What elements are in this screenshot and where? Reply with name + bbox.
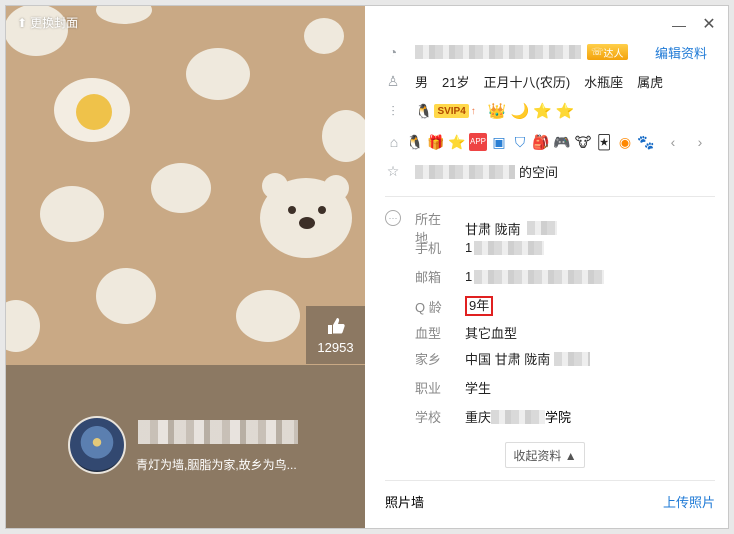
space-suffix: 的空间 — [519, 165, 559, 180]
upload-icon: ⬆ — [17, 15, 28, 30]
zodiac: 属虎 — [637, 75, 664, 90]
cover-panel[interactable]: ⬆ 更换封面 12953 青灯为墙,胭脂为家,故乡为鸟... — [6, 6, 365, 528]
upload-photo-link[interactable]: 上传照片 — [663, 492, 715, 511]
music-icon[interactable]: ◉ — [616, 133, 634, 151]
photo-wall-bar: 照片墙 上传照片 — [385, 492, 715, 511]
detail-phone: 手机 1 — [415, 238, 545, 257]
signature: 青灯为墙,胭脂为家,故乡为鸟... — [136, 458, 297, 472]
home-icon: ⌂ — [389, 134, 399, 150]
qq-id-row: ◔ ☏ 达人 — [385, 44, 628, 60]
star-outline-icon: ☆ — [386, 163, 400, 179]
photo-icon[interactable]: ▣ — [490, 133, 508, 151]
school-redacted — [491, 409, 546, 424]
star-service-icon[interactable]: ⭐ — [448, 133, 466, 151]
detail-hometown: 家乡 中国 甘肃 陇南 — [415, 349, 591, 368]
basics-row: ♙ 男 21岁 正月十八(农历) 水瓶座 属虎 — [385, 72, 677, 91]
game-icon[interactable]: 🎮 — [553, 133, 571, 151]
birthday: 正月十八(农历) — [483, 75, 571, 90]
card-icon[interactable]: 🃏 — [595, 133, 613, 151]
app-icon[interactable]: APP — [469, 133, 487, 151]
q-age-value: 9年 — [465, 296, 494, 316]
level-chart-icon: ⫶ — [391, 102, 395, 119]
detail-q-age: Q 龄 9年 — [415, 296, 494, 316]
info-panel: — ✕ ◔ ☏ 达人 编辑资料 ♙ 男 21岁 正月十八(农历) 水瓶座 属虎 … — [365, 6, 728, 528]
email-redacted — [474, 269, 605, 284]
collapse-details-button[interactable]: 收起资料 ▲ — [505, 442, 585, 468]
daren-icon: ☏ — [591, 46, 604, 58]
service-icons-row: ⌂ 🐧 🎁 ⭐ APP ▣ ⛉ 🎒 🎮 🐮 🃏 ◉ 🐾 ‹ › — [385, 133, 712, 151]
divider — [385, 480, 715, 481]
close-button[interactable]: ✕ — [702, 17, 716, 33]
nickname-redacted — [138, 420, 298, 444]
photo-wall-title: 照片墙 — [385, 495, 425, 510]
age: 21岁 — [442, 75, 470, 90]
pet-icon[interactable]: 🐾 — [637, 133, 655, 151]
hometown-redacted — [554, 351, 591, 366]
qq-id-redacted — [415, 45, 581, 59]
detail-school: 学校 重庆 学院 — [415, 407, 571, 426]
detail-blood-type: 血型 其它血型 — [415, 326, 518, 341]
box-icon[interactable]: 🎒 — [532, 133, 550, 151]
star-icon: ⭐ — [533, 103, 552, 120]
chevron-right-icon[interactable]: › — [691, 133, 709, 151]
level-row: ⫶ 🐧 SVIP4 ↑ 👑 🌙 ⭐ ⭐ — [385, 102, 575, 121]
detail-email: 邮箱 1 — [415, 267, 605, 286]
person-icon: ♙ — [386, 73, 400, 89]
daren-label: 达人 — [603, 48, 624, 60]
phone-redacted — [474, 240, 545, 255]
space-row[interactable]: ☆ 的空间 — [385, 162, 558, 181]
shield-icon[interactable]: ⛉ — [511, 133, 529, 151]
gender: 男 — [415, 75, 429, 90]
change-cover-label: 更换封面 — [30, 16, 79, 30]
change-cover-button[interactable]: ⬆ 更换封面 — [17, 14, 78, 31]
avatar[interactable] — [68, 416, 126, 474]
daren-badge[interactable]: ☏ 达人 — [587, 44, 628, 60]
svip-badge[interactable]: SVIP4 — [434, 104, 469, 118]
moon-icon: 🌙 — [510, 103, 530, 120]
constellation: 水瓶座 — [584, 75, 624, 90]
location-redacted — [526, 221, 557, 235]
thumbs-up-icon — [327, 317, 345, 334]
school-suffix: 学院 — [545, 410, 572, 425]
star-icon: ⭐ — [555, 103, 575, 120]
penguin-service-icon[interactable]: 🐧 — [406, 133, 424, 151]
crown-icon: 👑 — [487, 103, 507, 120]
detail-occupation: 职业 学生 — [415, 381, 492, 396]
edit-profile-link[interactable]: 编辑资料 — [655, 43, 707, 62]
divider — [385, 196, 715, 197]
like-button[interactable]: 12953 — [306, 306, 365, 364]
space-name-redacted — [415, 164, 515, 179]
more-icon: ··· — [385, 210, 401, 226]
more-details-toggle[interactable]: ··· — [385, 210, 415, 226]
cover-footer — [6, 365, 365, 528]
chevron-left-icon[interactable]: ‹ — [664, 133, 682, 151]
profile-window: ⬆ 更换封面 12953 青灯为墙,胭脂为家,故乡为鸟... — ✕ ◔ ☏ 达… — [6, 6, 728, 528]
like-count: 12953 — [317, 339, 354, 355]
gift-icon[interactable]: 🎁 — [427, 133, 445, 151]
arrow-up-icon: ↑ — [470, 105, 476, 117]
cow-icon[interactable]: 🐮 — [574, 133, 592, 151]
minimize-button[interactable]: — — [672, 18, 686, 32]
qq-penguin-icon: ◔ — [388, 44, 398, 60]
penguin-icon: 🐧 — [415, 102, 433, 119]
